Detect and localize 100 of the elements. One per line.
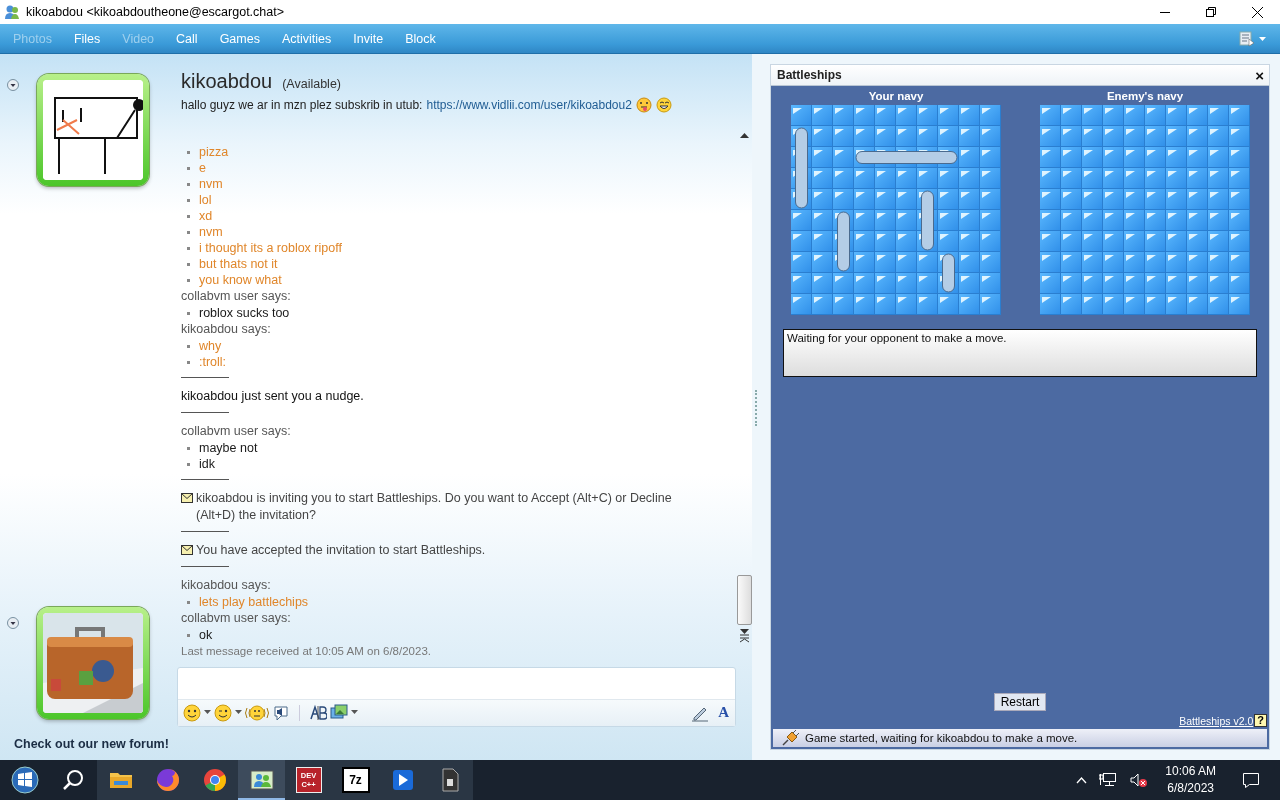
- nudge-notice: kikoabdou just sent you a nudge.: [181, 388, 365, 405]
- caret-icon[interactable]: [1259, 36, 1266, 41]
- grid-title: Your navy: [868, 89, 924, 104]
- bullet: [187, 262, 190, 266]
- chat-message: ok: [199, 627, 213, 643]
- grin-emoticon-icon: [655, 97, 672, 113]
- bullet: [187, 166, 190, 170]
- invitation-notice: You have accepted the invitation to start Battleships.: [196, 542, 486, 559]
- scroll-end-icon[interactable]: [739, 634, 749, 643]
- browser-icon: [201, 767, 228, 793]
- app-logo: 7z: [341, 767, 370, 793]
- chat-message: :troll:: [199, 354, 227, 370]
- chat-message: i thought its a roblox ripoff: [199, 240, 342, 256]
- bullet: [187, 278, 190, 282]
- bullet: [187, 214, 190, 218]
- network-icon[interactable]: [1099, 772, 1118, 788]
- emoticon-icon[interactable]: [183, 703, 201, 722]
- spell-check-icon[interactable]: [309, 703, 327, 722]
- bullet: [187, 344, 190, 348]
- invitation-notice: kikoabdou is inviting you to start Battleships. Do you want to Accept (Alt+C) or Decline (Alt+D) the invitation?: [196, 490, 673, 524]
- scroll-thumb[interactable]: [736, 575, 752, 625]
- bullet: [187, 230, 190, 234]
- taskbar-button[interactable]: 7z: [332, 760, 379, 800]
- enemy-grid[interactable]: [1040, 105, 1250, 315]
- sender-label: collabvm user says:: [181, 423, 292, 440]
- bullet: [187, 150, 190, 154]
- chevron-up-icon[interactable]: [1076, 776, 1088, 784]
- close-button[interactable]: ×: [1255, 66, 1264, 84]
- bullet: [187, 198, 190, 202]
- bullet: [187, 446, 190, 450]
- game-title: Battleships: [777, 68, 842, 82]
- clock-date[interactable]: 6/8/2023: [1167, 780, 1214, 797]
- message-field[interactable]: A: [177, 667, 736, 727]
- version-link[interactable]: Battleships v2.0: [1179, 714, 1254, 727]
- speaker-muted-icon[interactable]: [1129, 772, 1148, 788]
- taskbar-button[interactable]: [97, 760, 144, 800]
- ship: [837, 211, 850, 272]
- expand-button[interactable]: [7, 617, 19, 629]
- bullet: [187, 311, 190, 315]
- scroll-up-icon[interactable]: [739, 133, 749, 138]
- help-button[interactable]: ?: [1254, 714, 1267, 727]
- chat-message: maybe not: [199, 440, 258, 456]
- chat-message: why: [199, 338, 222, 354]
- caret-icon[interactable]: [351, 710, 358, 716]
- expand-button[interactable]: [7, 79, 19, 91]
- notification-icon[interactable]: [1242, 771, 1260, 789]
- envelope-icon: [181, 545, 193, 555]
- grid-title: Enemy's navy: [1106, 89, 1184, 104]
- chat-message: roblox sucks too: [199, 305, 290, 321]
- sender-label: collabvm user says:: [181, 288, 292, 305]
- forum-link[interactable]: Check out our new forum!: [14, 737, 170, 751]
- buddy-icon: [248, 767, 275, 793]
- background-picture-icon[interactable]: [330, 703, 348, 722]
- chat-message: lets play battlechips: [199, 594, 309, 610]
- bullet: [187, 600, 190, 604]
- chat-message: you know what: [199, 272, 282, 288]
- contact-status: (Available): [282, 77, 341, 91]
- clock-time[interactable]: 10:06 AM: [1165, 763, 1216, 780]
- bullet: [187, 246, 190, 250]
- caret-icon[interactable]: [204, 710, 211, 716]
- start-orb-icon: [11, 766, 39, 794]
- minimize-icon: [1160, 11, 1170, 13]
- layout-icon[interactable]: [1239, 30, 1255, 47]
- taskbar-button[interactable]: [191, 760, 238, 800]
- scrollbar[interactable]: [736, 133, 752, 643]
- last-message-note: Last message received at 10:05 AM on 6/8/2023.: [181, 645, 432, 657]
- window-title: kikoabdou <kikoabdoutheone@escargot.chat>: [26, 5, 285, 19]
- chat-message: lol: [199, 192, 212, 208]
- plug-icon: [781, 730, 799, 746]
- resize-grip[interactable]: [755, 390, 759, 426]
- wink-icon[interactable]: [214, 703, 232, 722]
- chat-message: nvm: [199, 176, 223, 192]
- ship: [921, 190, 934, 251]
- sender-label: kikoabdou says:: [181, 321, 272, 338]
- scroll-down-icon[interactable]: [739, 629, 749, 634]
- font-button[interactable]: A: [712, 704, 735, 722]
- tongue-emoticon-icon: [635, 97, 652, 113]
- contact-name: kikoabdou: [181, 70, 273, 93]
- close-icon: [1251, 6, 1263, 18]
- personal-message: hallo guyz we ar in mzn plez subskrib in utub:: [181, 98, 423, 112]
- chat-message: nvm: [199, 224, 223, 240]
- profile-link[interactable]: https://www.vidlii.com/user/kikoabdou2: [426, 98, 632, 112]
- sender-label: collabvm user says:: [181, 610, 292, 627]
- chat-message: but thats not it: [199, 256, 278, 272]
- caret-icon[interactable]: [235, 710, 242, 716]
- status-text: Game started, waiting for kikoabdou to make a move.: [805, 732, 1078, 744]
- chat-message: xd: [199, 208, 213, 224]
- search-icon: [62, 769, 85, 791]
- chat-message: e: [199, 160, 206, 176]
- sender-label: kikoabdou says:: [181, 577, 272, 594]
- taskbar-button[interactable]: [238, 760, 285, 800]
- bullet: [187, 182, 190, 186]
- voice-clip-icon[interactable]: [272, 703, 290, 722]
- buddy-icon: [4, 4, 20, 20]
- bullet: [187, 462, 190, 466]
- bullet: [187, 633, 190, 637]
- restart-button[interactable]: Restart: [993, 693, 1047, 711]
- browser-icon: [154, 767, 181, 793]
- taskbar-button[interactable]: [426, 760, 473, 800]
- chat-message: pizza: [199, 144, 229, 160]
